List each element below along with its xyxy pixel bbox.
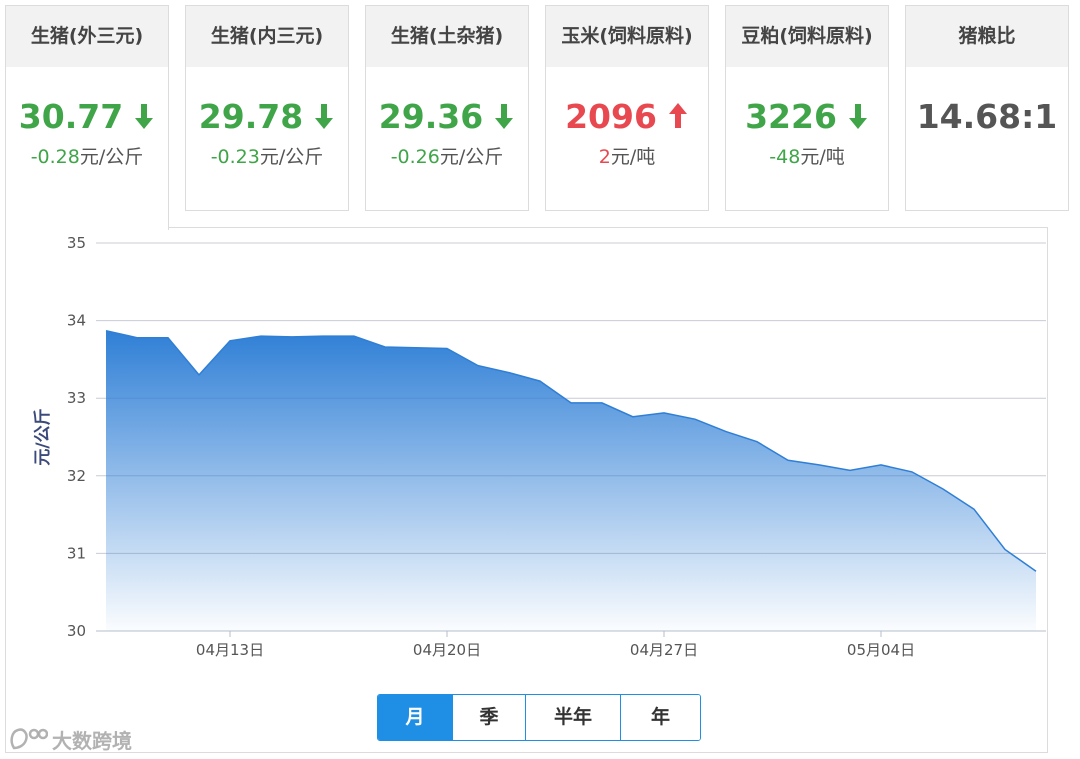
card-change: 2元/吨 [546, 142, 708, 169]
y-tick-label: 30 [67, 622, 86, 640]
y-tick-label: 31 [67, 544, 86, 562]
card-price: 3226 [726, 97, 888, 137]
price-value: 14.68:1 [916, 97, 1058, 136]
change-value: 2 [598, 146, 611, 168]
card-price: 29.36 [366, 97, 528, 137]
price-area-chart[interactable]: 30 31 32 33 34 35 元/公斤 04月13日 04月20日 04月27日 05月04日 [6, 228, 1049, 754]
price-card-pig-native[interactable]: 生猪(土杂猪) 29.36 -0.26元/公斤 [365, 5, 529, 211]
change-unit: 元/公斤 [439, 146, 504, 168]
card-title: 玉米(饲料原料) [546, 6, 708, 67]
watermark-text: 大数跨境 [52, 728, 132, 753]
card-change: -0.26元/公斤 [366, 142, 528, 169]
price-card-pig-outer[interactable]: 生猪(外三元) 30.77 -0.28元/公斤 [5, 5, 169, 230]
y-tick-label: 32 [67, 467, 86, 485]
change-value: -48 [769, 146, 801, 168]
change-value: -0.28 [30, 146, 80, 168]
change-unit: 元/吨 [610, 146, 656, 168]
price-card-corn[interactable]: 玉米(饲料原料) 2096 2元/吨 [545, 5, 709, 211]
price-card-soymeal[interactable]: 豆粕(饲料原料) 3226 -48元/吨 [725, 5, 889, 211]
card-price: 29.78 [186, 97, 348, 137]
arrow-down-icon [495, 104, 514, 129]
y-tick-label: 33 [67, 389, 86, 407]
x-tick-label: 05月04日 [847, 641, 915, 659]
card-change: -0.28元/公斤 [6, 142, 168, 169]
price-value: 29.36 [378, 97, 484, 136]
arrow-down-icon [315, 104, 334, 129]
change-unit: 元/公斤 [259, 146, 324, 168]
range-tabs: 月 季 半年 年 [377, 694, 701, 741]
y-tick-label: 34 [67, 312, 86, 330]
price-value: 3226 [745, 97, 837, 136]
watermark: 大数跨境 [8, 724, 132, 754]
logo-icon [10, 728, 48, 750]
x-tick-label: 04月20日 [413, 641, 481, 659]
x-tick-label: 04月27日 [630, 641, 698, 659]
tab-quarter[interactable]: 季 [452, 695, 525, 740]
tab-half-year[interactable]: 半年 [525, 695, 620, 740]
card-title: 豆粕(饲料原料) [726, 6, 888, 67]
arrow-up-icon [668, 103, 687, 128]
card-price: 14.68:1 [906, 97, 1068, 137]
price-value: 30.77 [18, 97, 124, 136]
card-title: 生猪(外三元) [6, 6, 168, 67]
x-tick-label: 04月13日 [196, 641, 264, 659]
change-unit: 元/吨 [800, 146, 845, 168]
arrow-down-icon [848, 104, 867, 129]
chart-panel: 30 31 32 33 34 35 元/公斤 04月13日 04月20日 04月27日 05月04日 [5, 227, 1048, 753]
price-value: 29.78 [198, 97, 304, 136]
card-title: 生猪(内三元) [186, 6, 348, 67]
card-price: 2096 [546, 97, 708, 137]
y-tick-label: 35 [67, 234, 86, 252]
price-value: 2096 [565, 97, 657, 136]
change-unit: 元/公斤 [79, 146, 144, 168]
tab-year[interactable]: 年 [620, 695, 700, 740]
change-value: -0.23 [210, 146, 260, 168]
card-price: 30.77 [6, 97, 168, 137]
card-title: 生猪(土杂猪) [366, 6, 528, 67]
card-change: -0.23元/公斤 [186, 142, 348, 169]
series-area [106, 330, 1036, 631]
y-axis-label: 元/公斤 [33, 408, 53, 465]
price-card-pig-inner[interactable]: 生猪(内三元) 29.78 -0.23元/公斤 [185, 5, 349, 211]
price-card-pig-grain-ratio[interactable]: 猪粮比 14.68:1 [905, 5, 1069, 211]
tab-month[interactable]: 月 [378, 695, 452, 740]
card-change: -48元/吨 [726, 142, 888, 169]
change-value: -0.26 [390, 146, 440, 168]
card-title: 猪粮比 [906, 6, 1068, 67]
arrow-down-icon [135, 104, 154, 129]
